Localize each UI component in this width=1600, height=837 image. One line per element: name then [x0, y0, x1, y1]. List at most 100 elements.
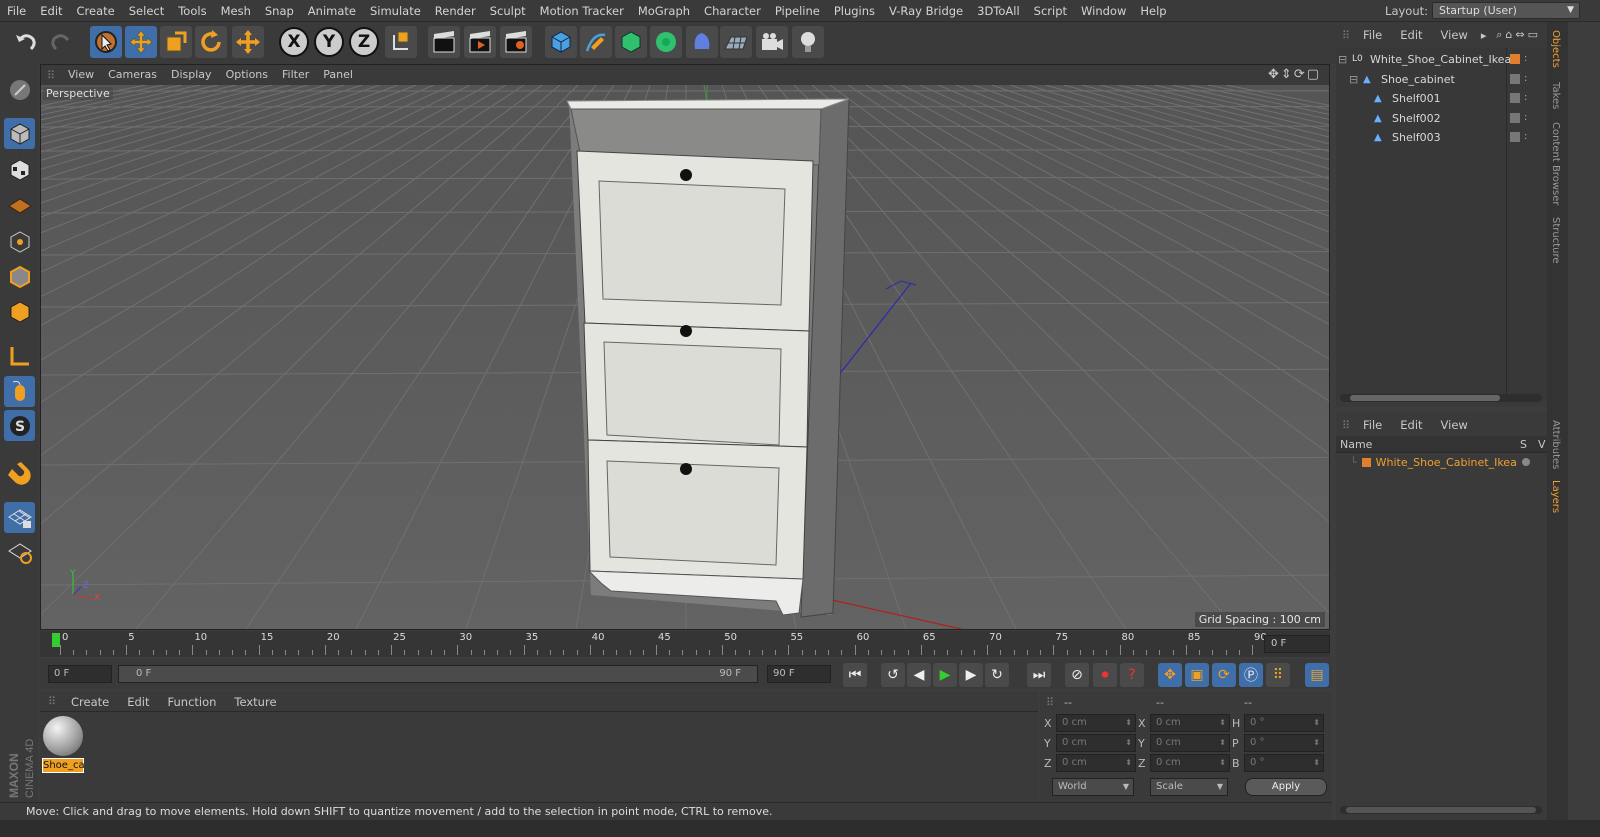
stepper-icon[interactable]: ⬍	[1313, 715, 1320, 731]
object-row[interactable]: ▲ Shelf001	[1336, 89, 1506, 108]
tree-expander-icon[interactable]: ⊟	[1349, 70, 1358, 89]
side-tab-takes[interactable]: Takes	[1550, 82, 1561, 109]
side-tab-layers[interactable]: Layers	[1550, 480, 1561, 513]
material-swatch[interactable]: Shoe_ca	[42, 716, 85, 773]
render-toggle-icon[interactable]	[1510, 132, 1520, 142]
coordinate-system-button[interactable]	[385, 26, 417, 58]
stepper-icon[interactable]: ⬍	[1219, 715, 1226, 731]
coord-value-field[interactable]: 0 ° ⬍	[1244, 734, 1324, 752]
object-tag-icons[interactable]: :	[1510, 93, 1527, 103]
undo-button[interactable]	[10, 26, 42, 58]
polygons-mode-button[interactable]	[4, 296, 35, 327]
menu-v-ray-bridge[interactable]: V-Ray Bridge	[882, 0, 970, 22]
stepper-icon[interactable]: ⬍	[1313, 755, 1320, 771]
make-editable-button[interactable]	[4, 74, 35, 105]
edges-mode-button[interactable]	[4, 261, 35, 292]
stepper-icon[interactable]: ⬍	[1313, 735, 1320, 751]
layer-menu-edit[interactable]: Edit	[1391, 414, 1431, 436]
camera-object-button[interactable]	[756, 26, 788, 58]
menu-snap[interactable]: Snap	[258, 0, 301, 22]
start-frame-field[interactable]: 0 F	[48, 665, 112, 683]
render-toggle-icon[interactable]	[1510, 93, 1520, 103]
menu-edit[interactable]: Edit	[33, 0, 69, 22]
coord-value-field[interactable]: 0 cm ⬍	[1056, 754, 1136, 772]
menu-create[interactable]: Create	[70, 0, 122, 22]
key-position-button[interactable]: ✥	[1158, 663, 1182, 687]
object-row[interactable]: ⊟ ▲ Shoe_cabinet	[1336, 70, 1506, 89]
autokey-off-button[interactable]: ⊘	[1065, 663, 1089, 687]
keyframe-help-button[interactable]: ?	[1120, 663, 1144, 687]
workplane-lock-button[interactable]	[4, 502, 35, 533]
subdivision-surface-button[interactable]	[615, 26, 647, 58]
rotate-tool-button[interactable]	[195, 26, 227, 58]
coord-value-field[interactable]: 0 cm ⬍	[1056, 734, 1136, 752]
render-view-button[interactable]	[428, 26, 460, 58]
object-menu-view[interactable]: View	[1432, 24, 1477, 46]
object-menu-edit[interactable]: Edit	[1391, 24, 1431, 46]
z-axis-lock-button[interactable]: Z	[348, 26, 380, 58]
visibility-dots-icon[interactable]: :	[1524, 112, 1527, 123]
coord-value-field[interactable]: 0 cm ⬍	[1150, 714, 1230, 732]
render-toggle-icon[interactable]	[1510, 73, 1520, 84]
tree-expander-icon[interactable]: ⊟	[1338, 50, 1347, 69]
model-mode-button[interactable]	[4, 118, 35, 149]
viewport-nav-icons[interactable]: ✥⇕⟳▢	[1268, 65, 1321, 85]
redo-button[interactable]	[45, 26, 77, 58]
workplane-mode-button[interactable]	[4, 189, 35, 220]
menu-expand-icon[interactable]: ▸	[1481, 29, 1487, 42]
size-mode-select[interactable]: Scale ▼	[1150, 778, 1228, 796]
points-mode-button[interactable]	[4, 226, 35, 257]
side-tab-content-browser[interactable]: Content Browser	[1550, 122, 1561, 205]
menu-3dtoall[interactable]: 3DToAll	[970, 0, 1027, 22]
viewport-menu-view[interactable]: View	[61, 65, 101, 85]
tweak-mode-button[interactable]	[4, 376, 35, 407]
stepper-icon[interactable]: ⬍	[1125, 715, 1132, 731]
play-button[interactable]: ▶	[933, 663, 957, 687]
object-row[interactable]: ⊟ L0 White_Shoe_Cabinet_Ikea	[1336, 50, 1511, 69]
stepper-icon[interactable]: ⬍	[1219, 735, 1226, 751]
menu-script[interactable]: Script	[1027, 0, 1074, 22]
render-toggle-icon[interactable]	[1510, 112, 1520, 123]
go-to-start-button[interactable]: ⏮	[843, 663, 867, 687]
next-frame-button[interactable]: ▶	[959, 663, 983, 687]
material-menu-create[interactable]: Create	[62, 692, 118, 712]
menu-help[interactable]: Help	[1133, 0, 1173, 22]
key-scale-button[interactable]: ▣	[1185, 663, 1209, 687]
viewport-menu-options[interactable]: Options	[219, 65, 275, 85]
snap-button[interactable]	[4, 458, 35, 489]
timeline-window-button[interactable]: ▤	[1305, 663, 1329, 687]
go-to-end-button[interactable]: ⏭	[1027, 663, 1051, 687]
object-tag-icons[interactable]: :	[1510, 112, 1527, 123]
menu-render[interactable]: Render	[428, 0, 483, 22]
object-manager-tools[interactable]: ⌕⌂⇔▭	[1496, 24, 1541, 46]
deformer-button[interactable]	[686, 26, 718, 58]
coord-value-field[interactable]: 0 ° ⬍	[1244, 754, 1324, 772]
pen-spline-button[interactable]	[580, 26, 612, 58]
coord-value-field[interactable]: 0 cm ⬍	[1150, 734, 1230, 752]
timeline-ruler[interactable]: 0 5 10 15 20 25 30 35 40 45 50 55 60 65 70 75 80 85 90 0 F	[40, 631, 1330, 657]
previous-frame-button[interactable]: ◀	[907, 663, 931, 687]
floor-object-button[interactable]	[720, 26, 752, 58]
stepper-icon[interactable]: ⬍	[1125, 735, 1132, 751]
end-frame-field[interactable]: 90 F	[767, 665, 831, 683]
layout-dropdown[interactable]: Startup (User) ▼	[1432, 2, 1580, 19]
menu-sculpt[interactable]: Sculpt	[483, 0, 533, 22]
horizontal-scrollbar[interactable]	[1340, 394, 1542, 402]
shoe-cabinet-model[interactable]	[566, 98, 850, 618]
axis-mode-button[interactable]	[4, 340, 35, 371]
visibility-dots-icon[interactable]: :	[1524, 132, 1527, 142]
menu-file[interactable]: File	[0, 0, 33, 22]
viewport-menu-display[interactable]: Display	[164, 65, 219, 85]
layer-menu-view[interactable]: View	[1432, 414, 1477, 436]
object-menu-file[interactable]: File	[1354, 24, 1391, 46]
visibility-dots-icon[interactable]: :	[1524, 54, 1527, 64]
previous-keyframe-button[interactable]: ↺	[881, 663, 905, 687]
scale-tool-button[interactable]	[160, 26, 192, 58]
object-row[interactable]: ▲ Shelf002	[1336, 109, 1506, 128]
stepper-icon[interactable]: ⬍	[1219, 755, 1226, 771]
key-rotation-button[interactable]: ⟳	[1212, 663, 1236, 687]
side-tab-attributes[interactable]: Attributes	[1550, 420, 1561, 469]
layer-horizontal-scrollbar[interactable]	[1340, 806, 1542, 814]
coord-mode-select[interactable]: World ▼	[1052, 778, 1134, 796]
menu-motion-tracker[interactable]: Motion Tracker	[533, 0, 631, 22]
